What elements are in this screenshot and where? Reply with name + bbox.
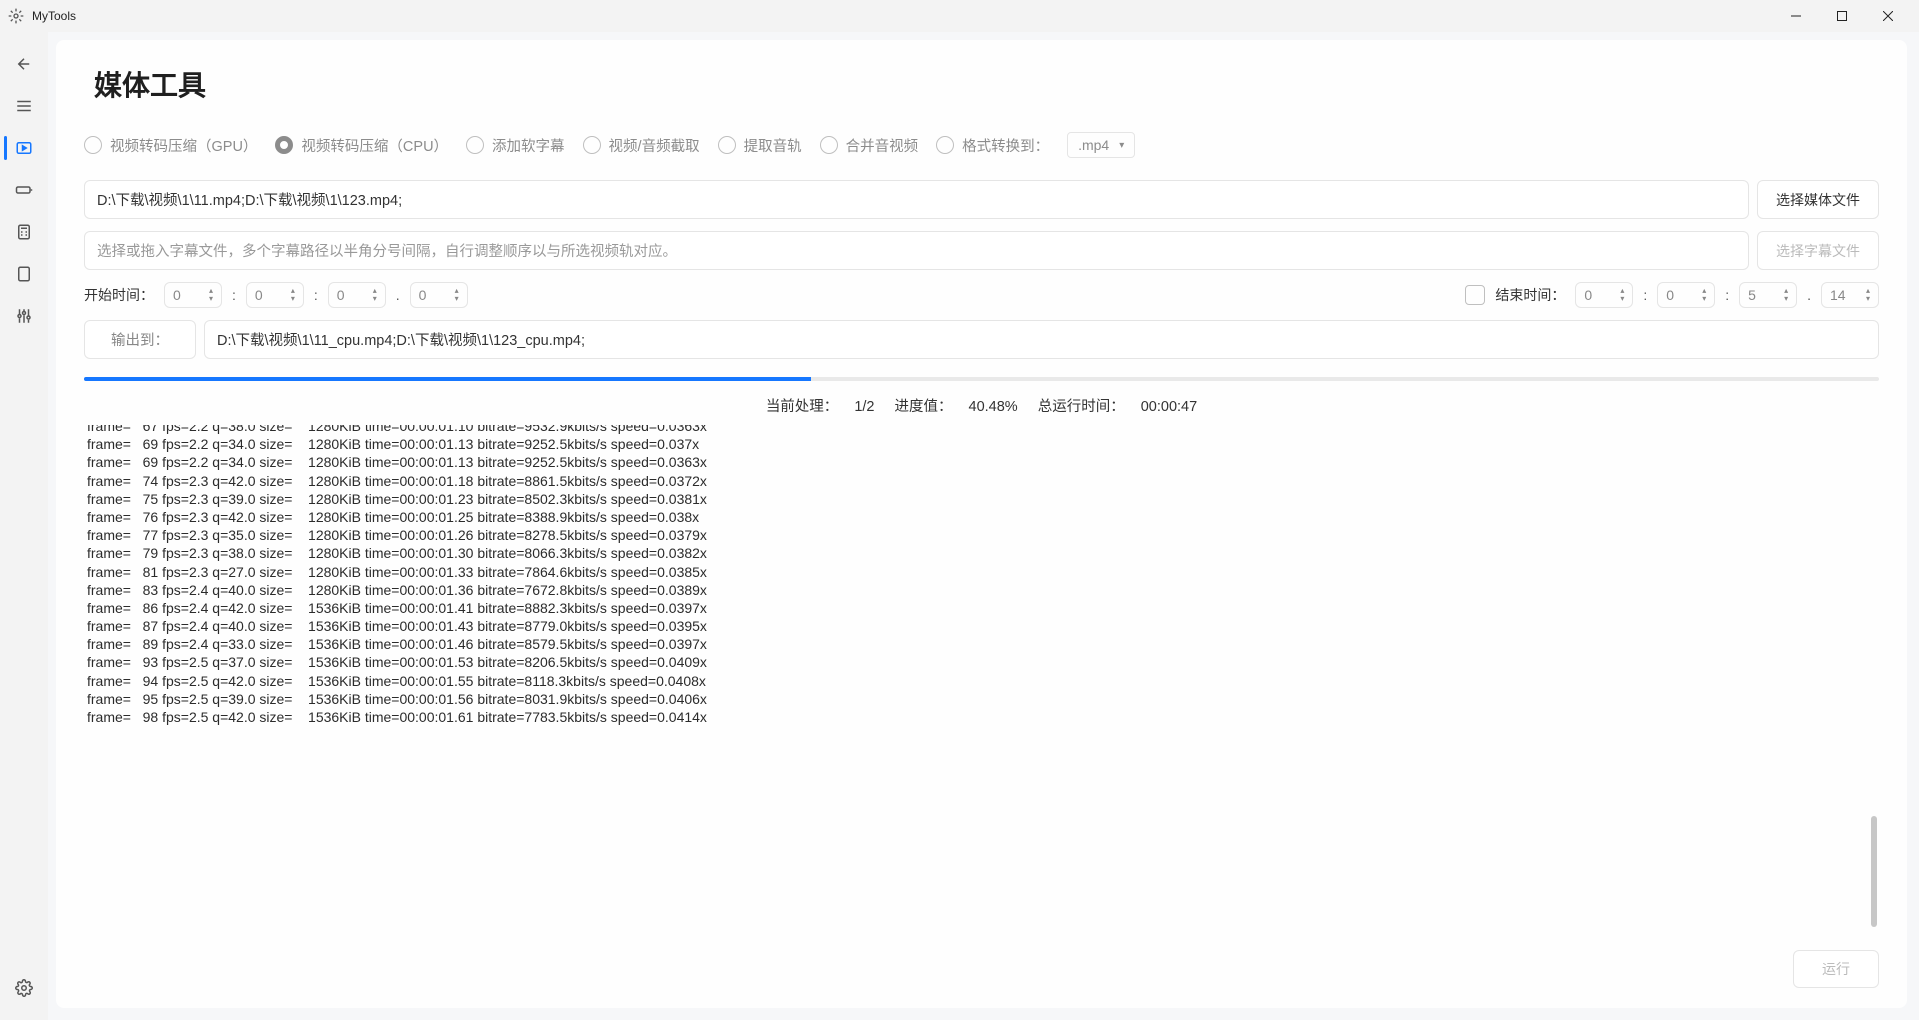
- select-subtitle-button[interactable]: 选择字幕文件: [1757, 231, 1879, 270]
- start-time-label: 开始时间：: [84, 285, 154, 305]
- log-scrollbar[interactable]: [1870, 425, 1878, 983]
- window-maximize-button[interactable]: [1819, 0, 1865, 32]
- radio-convert-format[interactable]: 格式转换到：: [936, 135, 1049, 156]
- end-ms-spinner[interactable]: 14▴▾: [1821, 282, 1879, 308]
- log-output[interactable]: frame= 67 fps=2.2 q=38.0 size= 1280KiB t…: [84, 424, 1879, 984]
- radio-merge-av[interactable]: 合并音视频: [820, 135, 919, 156]
- start-second-spinner[interactable]: 0▴▾: [328, 282, 386, 308]
- radio-trim[interactable]: 视频/音频截取: [583, 135, 700, 156]
- start-minute-spinner[interactable]: 0▴▾: [246, 282, 304, 308]
- start-ms-spinner[interactable]: 0▴▾: [410, 282, 468, 308]
- end-second-spinner[interactable]: 5▴▾: [1739, 282, 1797, 308]
- window-title: MyTools: [32, 9, 76, 23]
- log-text: frame= 67 fps=2.2 q=38.0 size= 1280KiB t…: [87, 424, 1876, 726]
- sidebar-item-media[interactable]: [4, 128, 44, 168]
- sidebar-item-calculator[interactable]: [4, 212, 44, 252]
- format-select[interactable]: .mp4 ▾: [1067, 132, 1135, 158]
- sidebar-item-tools[interactable]: [4, 296, 44, 336]
- chevron-down-icon: ▾: [209, 295, 213, 303]
- end-hour-spinner[interactable]: 0▴▾: [1575, 282, 1633, 308]
- status-text: 当前处理：1/2 进度值：40.48% 总运行时间：00:00:47: [84, 395, 1879, 416]
- start-hour-spinner[interactable]: 0▴▾: [164, 282, 222, 308]
- progress-bar: [84, 377, 1879, 381]
- end-minute-spinner[interactable]: 0▴▾: [1657, 282, 1715, 308]
- chevron-down-icon: ▾: [1119, 140, 1124, 151]
- settings-button[interactable]: [4, 968, 44, 1008]
- scrollbar-thumb[interactable]: [1871, 816, 1877, 928]
- subtitle-path-input[interactable]: 选择或拖入字幕文件，多个字幕路径以半角分号间隔，自行调整顺序以与所选视频轨对应。: [84, 231, 1749, 270]
- window-minimize-button[interactable]: [1773, 0, 1819, 32]
- radio-cpu-transcode[interactable]: 视频转码压缩（CPU）: [275, 135, 448, 156]
- page-title: 媒体工具: [94, 64, 1879, 104]
- window-close-button[interactable]: [1865, 0, 1911, 32]
- sidebar-item-battery[interactable]: [4, 170, 44, 210]
- back-button[interactable]: [4, 44, 44, 84]
- sidebar: [0, 32, 48, 1020]
- sidebar-item-document[interactable]: [4, 254, 44, 294]
- select-media-button[interactable]: 选择媒体文件: [1757, 180, 1879, 219]
- radio-extract-audio[interactable]: 提取音轨: [718, 135, 802, 156]
- format-select-value: .mp4: [1078, 137, 1109, 153]
- titlebar: MyTools: [0, 0, 1919, 32]
- app-icon: [8, 8, 24, 24]
- run-button[interactable]: 运行: [1793, 950, 1879, 988]
- mode-radio-group: 视频转码压缩（GPU） 视频转码压缩（CPU） 添加软字幕 视频/音频截取 提取…: [84, 132, 1879, 158]
- radio-gpu-transcode[interactable]: 视频转码压缩（GPU）: [84, 135, 257, 156]
- radio-add-subtitle[interactable]: 添加软字幕: [466, 135, 565, 156]
- end-time-checkbox[interactable]: [1465, 285, 1485, 305]
- menu-button[interactable]: [4, 86, 44, 126]
- output-label: 输出到：: [84, 320, 196, 359]
- end-time-label: 结束时间：: [1495, 285, 1565, 305]
- media-path-input[interactable]: D:\下载\视频\1\11.mp4;D:\下载\视频\1\123.mp4;: [84, 180, 1749, 219]
- output-path-input[interactable]: D:\下载\视频\1\11_cpu.mp4;D:\下载\视频\1\123_cpu…: [204, 320, 1879, 359]
